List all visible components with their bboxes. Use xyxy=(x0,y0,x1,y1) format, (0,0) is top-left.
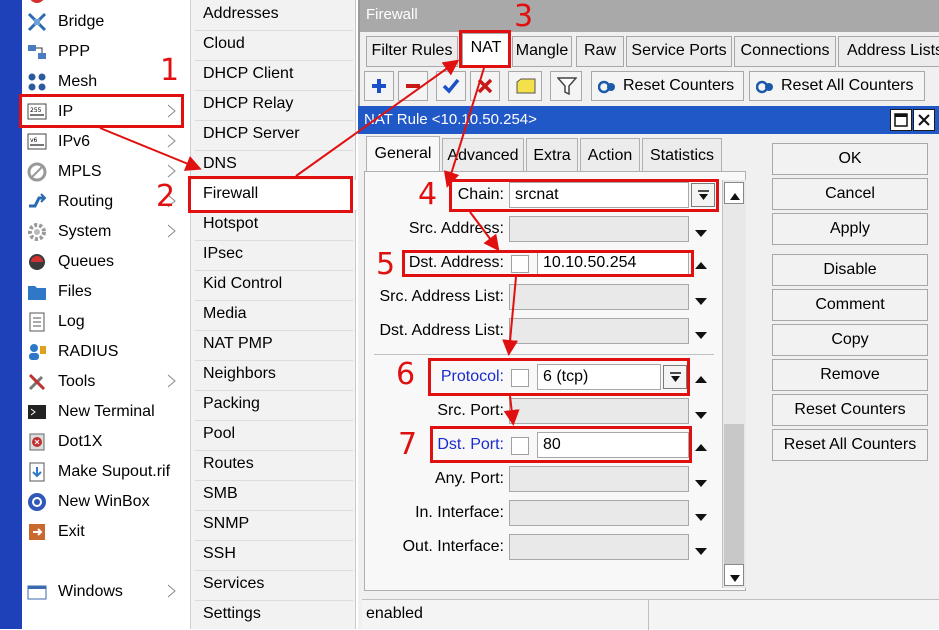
arrow-ip-to-firewall xyxy=(99,127,202,171)
arrow-chain-to-dst-address xyxy=(469,211,500,252)
arrow-dst-address-to-protocol xyxy=(502,276,519,356)
arrow-firewall-to-nat xyxy=(295,59,460,177)
arrow-protocol-to-dst-port xyxy=(503,395,520,426)
arrow-nat-to-chain xyxy=(443,67,485,188)
annotation-arrows xyxy=(99,59,520,426)
